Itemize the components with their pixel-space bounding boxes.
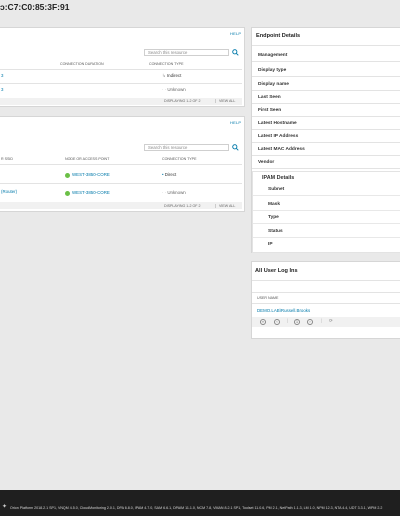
ipam-row-subnet: Subnet: [253, 184, 400, 196]
row-divider: [0, 83, 242, 84]
detail-row-vendor: Vendor: [252, 157, 400, 169]
node-link[interactable]: WEST-3850-CORE: [72, 190, 110, 195]
pager-separator: |: [287, 318, 289, 323]
next-page-icon[interactable]: ›: [307, 319, 313, 325]
detail-row-display-type: Display type: [252, 65, 400, 77]
first-page-icon[interactable]: «: [260, 319, 266, 325]
table-footer: [0, 202, 242, 209]
title-divider: [252, 280, 400, 281]
ipam-row-type: Type: [253, 212, 400, 224]
column-header-node: NODE OR ACCESS POINT: [65, 157, 110, 161]
refresh-icon[interactable]: ⟳: [329, 318, 333, 324]
row-divider: [0, 183, 242, 184]
search-icon[interactable]: [232, 144, 239, 151]
ipam-row-status: Status: [253, 226, 400, 238]
orion-logo-icon: ✦: [2, 504, 8, 510]
ipam-row-ip: IP: [268, 242, 273, 247]
search-input[interactable]: Search this resource: [144, 49, 229, 56]
column-header-ssid: R SSID: [1, 157, 13, 161]
user-name-link[interactable]: DEMO.LAB\Russell.Brooks: [257, 308, 310, 313]
access-points-panel: HELP Search this resource R SSID NODE OR…: [0, 116, 245, 212]
ipam-row-mask: Mask: [253, 199, 400, 211]
detail-row-latest-hostname: Latest Hostname: [252, 118, 400, 130]
footer-version-text: Orion Platform 2018.2.1 SP1, VNQM 4.5.0,…: [10, 506, 383, 510]
detail-row-first-seen: First Seen: [252, 105, 400, 117]
previous-page-icon[interactable]: ‹: [274, 319, 280, 325]
connections-panel: HELP Search this resource CONNECTION DUR…: [0, 27, 245, 107]
view-all-button[interactable]: VIEW ALL: [215, 204, 235, 208]
page-title: ɔ:C7:C0:85:3F:91: [0, 2, 70, 12]
table-row-type: • Direct: [162, 172, 177, 177]
view-all-button[interactable]: VIEW ALL: [215, 99, 235, 103]
user-logins-panel: All User Log Ins USER NAME DEMO.LAB\Russ…: [251, 261, 400, 339]
column-header-user-name: USER NAME: [257, 296, 279, 300]
table-row-name[interactable]: 3: [1, 73, 3, 78]
detail-row-display-name: Display name: [252, 79, 400, 91]
header-divider: [252, 303, 400, 304]
pagination-status: DISPLAYING 1-2 OF 2: [164, 204, 201, 208]
ipam-details-title: IPAM Details: [262, 175, 295, 181]
search-icon[interactable]: [232, 49, 239, 56]
pagination-status: DISPLAYING 1-2 OF 2: [164, 99, 201, 103]
user-logins-title: All User Log Ins: [255, 268, 298, 274]
title-divider: [252, 45, 400, 46]
table-row-type: ↳ Indirect: [162, 73, 182, 78]
table-row-type: · · Unknown: [162, 87, 186, 92]
endpoint-details-title: Endpoint Details: [256, 33, 301, 39]
header-divider: [0, 164, 242, 165]
detail-row-latest-ip: Latest IP Address: [252, 131, 400, 143]
help-link[interactable]: HELP: [230, 120, 241, 125]
endpoint-details-panel: Endpoint Details Management Display type…: [251, 27, 400, 253]
table-row-name[interactable]: (Router): [1, 189, 17, 194]
column-header-type: CONNECTION TYPE: [162, 157, 197, 161]
node-link[interactable]: WEST-3850-CORE: [72, 172, 110, 177]
footer-bar: ✦ Orion Platform 2018.2.1 SP1, VNQM 4.5.…: [0, 490, 400, 516]
detail-row-latest-mac: Latest MAC Address: [252, 144, 400, 156]
detail-row-last-seen: Last Seen: [252, 92, 400, 104]
table-row-type: · · Unknown: [162, 190, 186, 195]
column-header-type: CONNECTION TYPE: [149, 62, 184, 66]
column-header-duration: CONNECTION DURATION: [60, 62, 104, 66]
help-link[interactable]: HELP: [230, 31, 241, 36]
table-row-name[interactable]: 3: [1, 87, 3, 92]
toolbar-divider: [252, 292, 400, 293]
detail-row-management: Management: [252, 50, 400, 62]
ipam-details: IPAM Details Subnet Mask Type Status IP: [252, 171, 400, 253]
status-up-icon: [65, 191, 70, 196]
search-input[interactable]: Search this resource: [144, 144, 229, 151]
status-up-icon: [65, 173, 70, 178]
page-number-icon[interactable]: 1: [294, 319, 300, 325]
pager-separator: |: [321, 318, 323, 323]
header-divider: [0, 69, 242, 70]
table-footer: [0, 98, 242, 105]
